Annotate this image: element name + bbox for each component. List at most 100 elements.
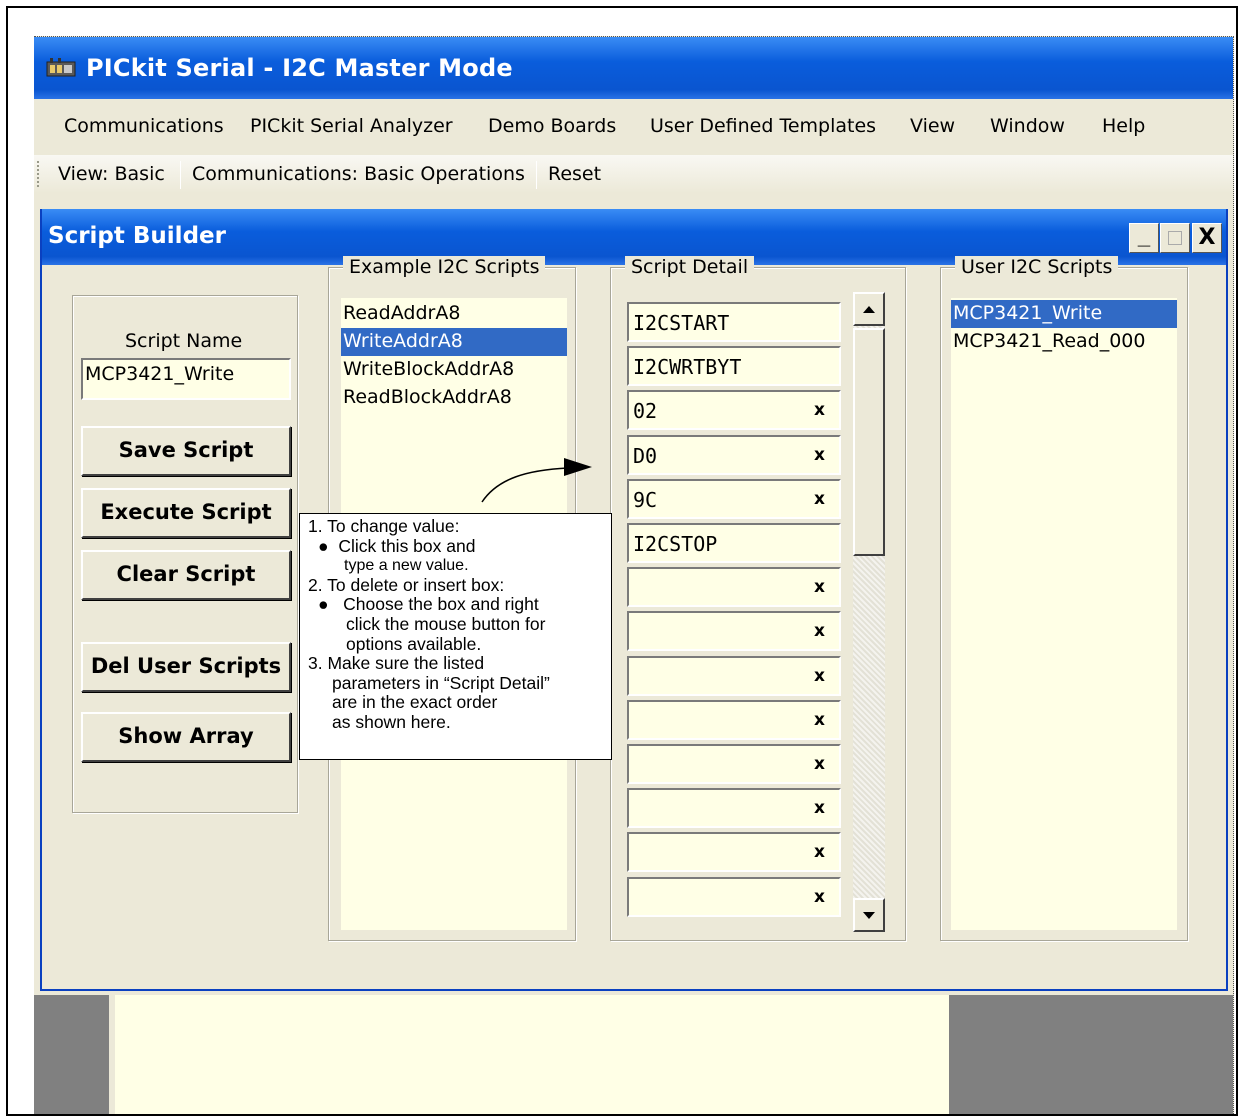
- menu-bar: Communications PICkit Serial Analyzer De…: [34, 99, 1233, 151]
- script-detail-field[interactable]: x: [627, 611, 841, 652]
- script-controls-group: Script Name MCP3421_Write Save Script Ex…: [72, 295, 298, 813]
- delete-x-icon[interactable]: x: [814, 887, 825, 907]
- toolbar: View: Basic Communications: Basic Operat…: [34, 155, 1233, 193]
- scroll-up-button[interactable]: [853, 292, 885, 326]
- user-script-item[interactable]: MCP3421_Read_000: [951, 328, 1177, 356]
- script-detail-list: I2CSTART I2CWRTBYT 02 x D0 x 9C x I2CSTOP x x x x x x x…: [627, 302, 841, 932]
- callout-bullet-line: ● Choose the box and right: [308, 595, 603, 615]
- delete-x-icon[interactable]: x: [814, 489, 825, 509]
- scroll-thumb[interactable]: [853, 328, 885, 556]
- user-script-item-selected[interactable]: MCP3421_Write: [951, 300, 1177, 328]
- clear-script-button[interactable]: Clear Script: [81, 550, 291, 600]
- menu-view[interactable]: View: [910, 115, 955, 137]
- delete-x-icon[interactable]: x: [814, 400, 825, 420]
- toolbar-communications-basic-operations[interactable]: Communications: Basic Operations: [192, 163, 525, 185]
- output-area-background: [34, 995, 1233, 1114]
- callout-line: 1. To change value:: [308, 516, 460, 536]
- example-script-item-selected[interactable]: WriteAddrA8: [341, 328, 567, 356]
- delete-x-icon[interactable]: x: [814, 754, 825, 774]
- toolbar-reset[interactable]: Reset: [548, 163, 601, 185]
- menu-user-defined-templates[interactable]: User Defined Templates: [650, 115, 876, 137]
- script-detail-group-label: Script Detail: [625, 256, 755, 278]
- script-detail-field[interactable]: x: [627, 876, 841, 917]
- callout-line: Click this box and: [338, 535, 476, 556]
- app-title: PICkit Serial - I2C Master Mode: [86, 54, 513, 82]
- del-user-scripts-button[interactable]: Del User Scripts: [81, 642, 291, 692]
- callout-line: are in the exact order: [332, 692, 498, 713]
- scroll-down-button[interactable]: [853, 898, 885, 932]
- toolbar-view-basic[interactable]: View: Basic: [58, 163, 165, 185]
- example-script-item[interactable]: ReadAddrA8: [341, 300, 567, 328]
- menu-communications[interactable]: Communications: [64, 115, 224, 137]
- script-builder-window: Script Builder _ X Script Name MCP3421_W…: [40, 209, 1228, 991]
- delete-x-icon[interactable]: x: [814, 710, 825, 730]
- execute-script-button[interactable]: Execute Script: [81, 488, 291, 538]
- script-detail-field[interactable]: I2CWRTBYT: [627, 346, 841, 387]
- delete-x-icon[interactable]: x: [814, 666, 825, 686]
- callout-line: 3. Make sure the listed: [308, 653, 485, 674]
- script-detail-group: Script Detail I2CSTART I2CWRTBYT 02 x D0 x 9C x…: [610, 256, 906, 941]
- callout-bullet-line: ● Click this box and: [308, 535, 603, 557]
- user-scripts-list[interactable]: MCP3421_Write MCP3421_Read_000: [951, 298, 1177, 930]
- delete-x-icon[interactable]: x: [814, 842, 825, 862]
- save-script-button[interactable]: Save Script: [81, 426, 291, 476]
- script-name-label: Script Name: [125, 330, 243, 352]
- user-scripts-group: User I2C Scripts MCP3421_Write MCP3421_R…: [940, 256, 1188, 941]
- script-detail-field[interactable]: x: [627, 655, 841, 696]
- menu-window[interactable]: Window: [990, 115, 1065, 137]
- callout-line: 2. To delete or insert box:: [308, 574, 505, 595]
- maximize-button[interactable]: [1160, 223, 1190, 253]
- script-detail-field[interactable]: 9C x: [627, 478, 841, 519]
- close-button[interactable]: X: [1192, 223, 1222, 253]
- script-detail-value: I2CSTART: [633, 311, 730, 335]
- output-pane[interactable]: [109, 995, 949, 1114]
- pickit-app-icon: [46, 58, 76, 77]
- delete-x-icon[interactable]: x: [814, 798, 825, 818]
- script-detail-field[interactable]: x: [627, 744, 841, 784]
- script-detail-value: I2CSTOP: [633, 532, 718, 556]
- toolbar-separator: [536, 161, 537, 189]
- show-array-button[interactable]: Show Array: [81, 712, 291, 762]
- bullet-icon: ●: [318, 535, 329, 556]
- script-detail-scrollbar[interactable]: [853, 292, 885, 932]
- toolbar-separator: [180, 161, 181, 189]
- delete-x-icon[interactable]: x: [814, 445, 825, 465]
- menu-demo-boards[interactable]: Demo Boards: [488, 115, 616, 137]
- delete-x-icon[interactable]: x: [814, 621, 825, 641]
- script-detail-field[interactable]: x: [627, 788, 841, 829]
- example-script-item[interactable]: ReadBlockAddrA8: [341, 384, 567, 412]
- instruction-callout: 1. To change value: ● Click this box and…: [299, 513, 612, 760]
- figure-frame: PICkit Serial - I2C Master Mode Communic…: [6, 6, 1238, 1116]
- app-titlebar[interactable]: PICkit Serial - I2C Master Mode: [34, 37, 1233, 99]
- minimize-button[interactable]: _: [1129, 223, 1159, 253]
- script-detail-field[interactable]: x: [627, 699, 841, 740]
- delete-x-icon[interactable]: x: [814, 577, 825, 597]
- scroll-up-icon: [863, 306, 875, 313]
- bullet-icon: ●: [318, 594, 329, 615]
- toolbar-grip[interactable]: [37, 161, 41, 187]
- scroll-down-icon: [863, 912, 875, 919]
- script-detail-value: I2CWRTBYT: [633, 355, 742, 380]
- app-window: PICkit Serial - I2C Master Mode Communic…: [34, 36, 1234, 1114]
- example-scripts-group-label: Example I2C Scripts: [343, 256, 546, 278]
- script-detail-field[interactable]: x: [627, 567, 841, 608]
- script-detail-value: 02: [633, 399, 658, 424]
- callout-line: type a new value.: [344, 557, 469, 575]
- script-detail-value: 9C: [633, 487, 658, 512]
- callout-line: click the mouse button for: [346, 613, 546, 634]
- script-detail-field[interactable]: x: [627, 832, 841, 873]
- script-detail-field[interactable]: 02 x: [627, 390, 841, 431]
- callout-line: options available.: [346, 633, 482, 654]
- script-detail-field[interactable]: I2CSTART: [627, 302, 841, 342]
- callout-line: Choose the box and right: [343, 594, 539, 615]
- script-detail-field[interactable]: D0 x: [627, 434, 841, 475]
- script-builder-title: Script Builder: [48, 223, 226, 249]
- callout-line: as shown here.: [332, 711, 451, 732]
- example-script-item[interactable]: WriteBlockAddrA8: [341, 356, 567, 384]
- callout-line: parameters in “Script Detail”: [332, 672, 550, 693]
- menu-help[interactable]: Help: [1102, 115, 1145, 137]
- menu-pickit-serial-analyzer[interactable]: PICkit Serial Analyzer: [250, 115, 453, 137]
- script-name-input[interactable]: MCP3421_Write: [81, 358, 291, 400]
- user-scripts-group-label: User I2C Scripts: [955, 256, 1119, 278]
- script-detail-field[interactable]: I2CSTOP: [627, 523, 841, 563]
